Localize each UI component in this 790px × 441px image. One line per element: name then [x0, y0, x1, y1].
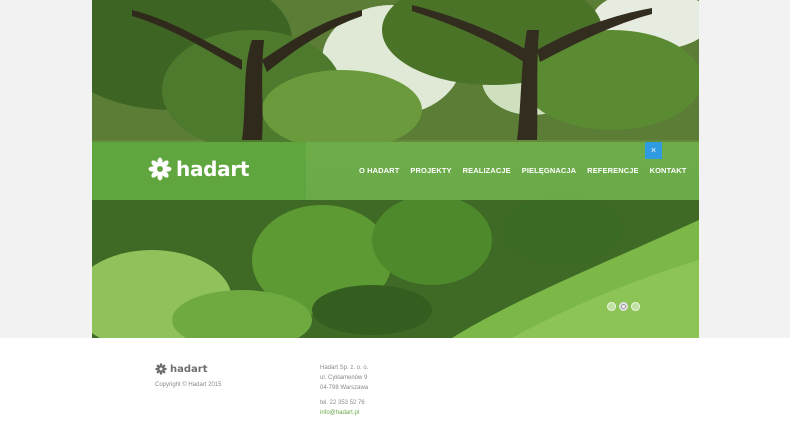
- slider-dot[interactable]: [631, 302, 640, 311]
- address-line: ul. Cyklamenów 9: [320, 375, 368, 381]
- phone-number: tel. 22 353 52 76: [320, 400, 365, 406]
- nav-item-projekty[interactable]: PROJEKTY: [410, 166, 451, 175]
- slider-pagination: [607, 302, 640, 311]
- flower-icon: [148, 157, 172, 181]
- footer-logo[interactable]: hadart: [155, 363, 208, 375]
- copyright-text: Copyright © Hadart 2015: [155, 382, 222, 388]
- email-link[interactable]: info@hadart.pl: [320, 408, 365, 418]
- close-icon[interactable]: ×: [645, 142, 662, 159]
- footer-brand-name: hadart: [170, 363, 208, 375]
- slider-dot-active[interactable]: [619, 302, 628, 311]
- nav-item-pielegnacja[interactable]: PIELĘGNACJA: [522, 166, 576, 175]
- slider-dot[interactable]: [607, 302, 616, 311]
- logo-panel: hadart: [92, 142, 306, 200]
- address-line: 04-798 Warszawa: [320, 385, 369, 391]
- brand-name: hadart: [176, 157, 250, 181]
- nav-item-kontakt[interactable]: KONTAKT: [650, 166, 687, 175]
- nav-menu: O HADART PROJEKTY REALIZACJE PIELĘGNACJA…: [359, 166, 697, 175]
- company-contact: tel. 22 353 52 76 info@hadart.pl: [320, 398, 365, 418]
- nav-item-realizacje[interactable]: REALIZACJE: [463, 166, 511, 175]
- address-line: Hadart Sp. z. o. o.: [320, 365, 369, 371]
- nav-item-referencje[interactable]: REFERENCJE: [587, 166, 638, 175]
- brand-logo[interactable]: hadart: [148, 157, 249, 181]
- company-address: Hadart Sp. z. o. o. ul. Cyklamenów 9 04-…: [320, 363, 368, 393]
- flower-icon: [155, 363, 167, 375]
- nav-item-o-hadart[interactable]: O HADART: [359, 166, 399, 175]
- main-navbar: hadart O HADART PROJEKTY REALIZACJE PIEL…: [92, 142, 699, 200]
- footer: [0, 338, 790, 441]
